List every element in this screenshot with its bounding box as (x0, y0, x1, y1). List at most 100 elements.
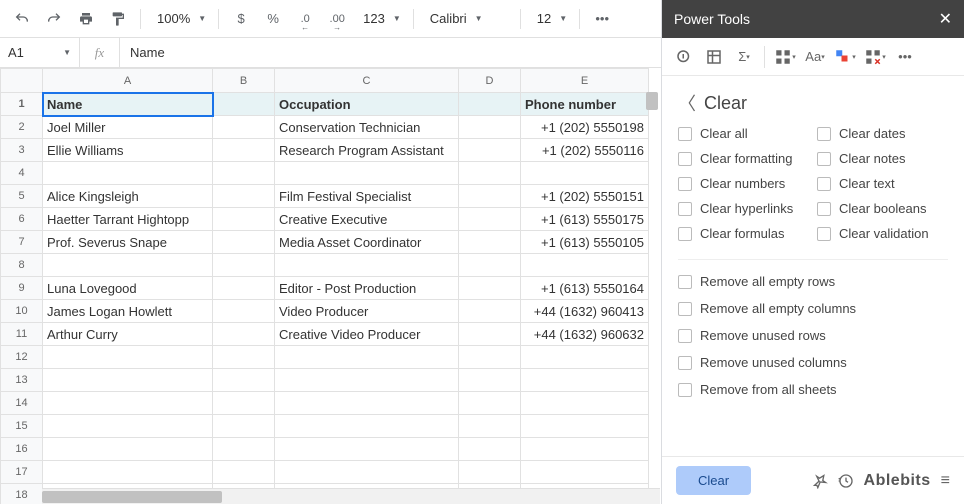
cell[interactable] (213, 300, 275, 323)
cell[interactable] (275, 415, 459, 438)
font-size-dropdown[interactable]: 12▼ (529, 11, 571, 26)
cell[interactable] (459, 254, 521, 277)
cell[interactable]: Ellie Williams (43, 139, 213, 162)
cell[interactable] (459, 415, 521, 438)
cell[interactable] (213, 116, 275, 139)
cell[interactable] (43, 254, 213, 277)
print-button[interactable] (72, 5, 100, 33)
cell[interactable] (275, 346, 459, 369)
row-header[interactable]: 6 (1, 208, 43, 231)
redo-button[interactable] (40, 5, 68, 33)
percent-button[interactable]: % (259, 5, 287, 33)
col-header-C[interactable]: C (275, 69, 459, 93)
cell[interactable] (213, 415, 275, 438)
cell[interactable] (521, 346, 649, 369)
paint-format-button[interactable] (104, 5, 132, 33)
cell-C1[interactable]: Occupation (275, 93, 459, 116)
vertical-scrollbar-thumb[interactable] (646, 92, 658, 110)
increase-decimal-button[interactable]: .00→ (323, 5, 351, 33)
checkbox-clear-text[interactable]: Clear text (817, 176, 948, 191)
sheet-icon[interactable] (702, 45, 726, 69)
cell[interactable] (521, 369, 649, 392)
col-header-A[interactable]: A (43, 69, 213, 93)
cell[interactable] (459, 208, 521, 231)
cell[interactable] (459, 231, 521, 254)
cell[interactable] (213, 369, 275, 392)
row-header[interactable]: 3 (1, 139, 43, 162)
cell[interactable] (459, 139, 521, 162)
cell[interactable] (459, 277, 521, 300)
undo-button[interactable] (8, 5, 36, 33)
cell[interactable] (459, 461, 521, 484)
col-header-B[interactable]: B (213, 69, 275, 93)
number-format-dropdown[interactable]: 123▼ (355, 11, 405, 26)
row-header[interactable]: 13 (1, 369, 43, 392)
menu-icon[interactable]: ≡ (941, 472, 950, 490)
cell[interactable] (213, 346, 275, 369)
cell[interactable] (213, 323, 275, 346)
row-header[interactable]: 2 (1, 116, 43, 139)
cell[interactable] (213, 254, 275, 277)
cell[interactable] (213, 162, 275, 185)
cell[interactable] (521, 438, 649, 461)
name-box[interactable]: A1 ▼ (0, 38, 80, 67)
cell[interactable] (43, 369, 213, 392)
cell-B1[interactable] (213, 93, 275, 116)
cell[interactable]: Arthur Curry (43, 323, 213, 346)
sigma-icon[interactable]: Σ▾ (732, 45, 756, 69)
cell[interactable] (213, 461, 275, 484)
checkbox-clear-all[interactable]: Clear all (678, 126, 809, 141)
cell[interactable]: +44 (1632) 960413 (521, 300, 649, 323)
cell[interactable] (213, 208, 275, 231)
cell[interactable]: +44 (1632) 960632 (521, 323, 649, 346)
grid-tool-icon[interactable]: ▾ (773, 45, 797, 69)
cell[interactable] (459, 438, 521, 461)
cell[interactable] (459, 323, 521, 346)
checkbox-clear-dates[interactable]: Clear dates (817, 126, 948, 141)
font-family-dropdown[interactable]: Calibri▼ (422, 11, 512, 26)
cell[interactable] (43, 162, 213, 185)
checkbox-remove-from-all-sheets[interactable]: Remove from all sheets (678, 382, 948, 397)
cell-E1[interactable]: Phone number (521, 93, 649, 116)
cell[interactable] (459, 116, 521, 139)
dedupe-tool-icon[interactable]: ▾ (833, 45, 857, 69)
cell[interactable] (275, 461, 459, 484)
cell[interactable]: Conservation Technician (275, 116, 459, 139)
checkbox-clear-formulas[interactable]: Clear formulas (678, 226, 809, 241)
recent-icon[interactable] (838, 473, 854, 489)
text-tool-icon[interactable]: Aa▾ (803, 45, 827, 69)
row-header[interactable]: 16 (1, 438, 43, 461)
checkbox-remove-all-empty-columns[interactable]: Remove all empty columns (678, 301, 948, 316)
cell[interactable] (521, 254, 649, 277)
checkbox-remove-unused-columns[interactable]: Remove unused columns (678, 355, 948, 370)
row-header[interactable]: 15 (1, 415, 43, 438)
row-header[interactable]: 1 (1, 93, 43, 116)
cell[interactable] (43, 461, 213, 484)
checkbox-remove-all-empty-rows[interactable]: Remove all empty rows (678, 274, 948, 289)
cell-A1[interactable]: Name (43, 93, 213, 116)
row-header[interactable]: 14 (1, 392, 43, 415)
cell[interactable]: James Logan Howlett (43, 300, 213, 323)
cell[interactable]: +1 (613) 5550164 (521, 277, 649, 300)
cell[interactable]: Luna Lovegood (43, 277, 213, 300)
cell[interactable] (521, 392, 649, 415)
checkbox-clear-notes[interactable]: Clear notes (817, 151, 948, 166)
row-header[interactable]: 11 (1, 323, 43, 346)
col-header-E[interactable]: E (521, 69, 649, 93)
cell[interactable] (459, 346, 521, 369)
cell[interactable] (213, 392, 275, 415)
checkbox-clear-formatting[interactable]: Clear formatting (678, 151, 809, 166)
cell[interactable]: +1 (613) 5550175 (521, 208, 649, 231)
row-header[interactable]: 4 (1, 162, 43, 185)
cell[interactable] (275, 162, 459, 185)
currency-button[interactable]: $ (227, 5, 255, 33)
cell[interactable] (213, 438, 275, 461)
select-all-corner[interactable] (1, 69, 43, 93)
checkbox-clear-numbers[interactable]: Clear numbers (678, 176, 809, 191)
cell[interactable] (213, 139, 275, 162)
back-icon[interactable]: 〈 (678, 90, 696, 116)
decrease-decimal-button[interactable]: .0← (291, 5, 319, 33)
cell[interactable] (459, 300, 521, 323)
row-header[interactable]: 18 (1, 484, 43, 504)
close-icon[interactable]: ✕ (939, 9, 952, 29)
